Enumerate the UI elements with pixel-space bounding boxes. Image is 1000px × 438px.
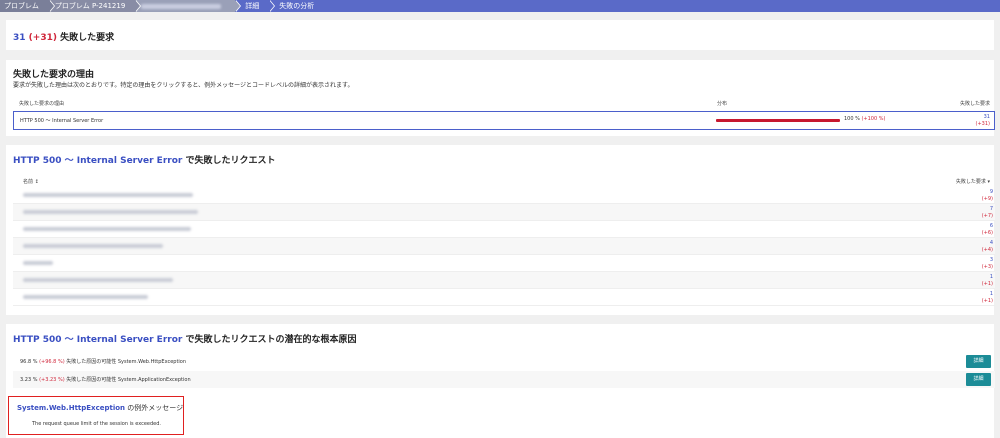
breadcrumb-item-problem-id[interactable]: プロブレム P-241219 [48, 0, 142, 12]
cause-label: 失敗した原因の可能性 System.Web.HttpException [66, 359, 187, 365]
exception-message: The request queue limit of the session i… [32, 421, 161, 427]
cause-percent-delta: (+3.23 %) [39, 377, 65, 383]
exception-message-box: System.Web.HttpException の例外メッセージ The re… [8, 396, 184, 435]
section-title: HTTP 500 ～ Internal Server Error で失敗したリク… [13, 332, 356, 345]
redacted-request-name [23, 295, 148, 299]
table-row[interactable]: 1 (+1) [13, 289, 995, 306]
title-error-link[interactable]: HTTP 500 ～ Internal Server Error [13, 335, 182, 345]
breadcrumb-item-redacted[interactable] [135, 0, 242, 12]
breadcrumb-item-problems[interactable]: プロブレム [0, 0, 55, 12]
failed-value: 4 (+4) [982, 240, 993, 254]
summary-panel: 31 (+31) 失敗した要求 [6, 20, 994, 50]
distribution-percent: 100 % (+100 %) [844, 116, 885, 122]
value: 4 [989, 240, 993, 246]
value: 3 [989, 257, 993, 263]
section-title: HTTP 500 ～ Internal Server Error で失敗したリク… [13, 153, 275, 166]
percent-value: 100 % [844, 116, 860, 122]
root-cause-text: 96.8 % (+96.8 %) 失敗した原因の可能性 System.Web.H… [20, 358, 186, 365]
column-header-name[interactable]: 名前 ↕ [23, 178, 39, 185]
title-text: で失敗したリクエスト [182, 156, 276, 166]
column-header-failed[interactable]: 失敗した要求 ▾ [956, 178, 990, 185]
redacted-request-name [23, 193, 193, 197]
details-button[interactable]: 詳細 [966, 355, 991, 368]
value: 9 [989, 189, 993, 195]
failed-value: 1 (+1) [982, 274, 993, 288]
breadcrumb-item-failure-analysis: 失敗の分析 [269, 0, 325, 12]
value-delta: (+31) [975, 121, 990, 127]
redacted-request-name [23, 278, 173, 282]
cause-percent-delta: (+96.8 %) [39, 359, 65, 365]
section-title: 失敗した要求の理由 [13, 70, 95, 80]
failed-value: 31 (+31) [976, 114, 990, 128]
column-header-failed[interactable]: 失敗した要求 [960, 100, 990, 107]
value: 1 [989, 291, 993, 297]
breadcrumb: プロブレム プロブレム P-241219 詳細 失敗の分析 [0, 0, 1000, 12]
exception-name[interactable]: System.Web.HttpException [17, 404, 125, 412]
table-row[interactable]: 1 (+1) [13, 272, 995, 289]
distribution-bar [716, 119, 840, 122]
breadcrumb-label: 詳細 [245, 2, 260, 10]
title-error-link[interactable]: HTTP 500 ～ Internal Server Error [13, 156, 182, 166]
failed-count-label: 失敗した要求 [60, 33, 115, 43]
value: 31 [983, 114, 990, 120]
table-row[interactable]: 3 (+3) [13, 255, 995, 272]
cause-percent: 96.8 % [20, 359, 38, 365]
value: 6 [989, 223, 993, 229]
cause-label: 失敗した原因の可能性 System.ApplicationException [66, 377, 191, 383]
table-row[interactable]: 7 (+7) [13, 204, 995, 221]
title-text: で失敗したリクエストの潜在的な根本原因 [182, 335, 357, 345]
request-table: 9 (+9) 7 (+7) 6 (+6) 4 (+4) 3 (+3) 1 (+1) 1 (+1… [13, 187, 995, 306]
failed-value: 3 (+3) [982, 257, 993, 271]
percent-delta: (+100 %) [861, 116, 886, 122]
redacted-request-name [23, 244, 163, 248]
failed-request-summary: 31 (+31) 失敗した要求 [13, 30, 114, 43]
value-delta: (+9) [981, 196, 993, 202]
column-header-distribution[interactable]: 分布 [717, 100, 727, 107]
section-description: 要求が失敗した理由は次のとおりです。特定の理由をクリックすると、例外メッセージと… [13, 82, 354, 89]
column-header-reason[interactable]: 失敗した要求の理由 [19, 100, 64, 107]
failed-value: 9 (+9) [982, 189, 993, 203]
failed-count: 31 [13, 33, 26, 43]
root-cause-row: 96.8 % (+96.8 %) 失敗した原因の可能性 System.Web.H… [13, 353, 995, 370]
failed-value: 7 (+7) [982, 206, 993, 220]
value-delta: (+4) [981, 247, 993, 253]
details-button[interactable]: 詳細 [966, 373, 991, 386]
value-delta: (+1) [981, 298, 993, 304]
cause-percent: 3.23 % [20, 377, 38, 383]
value-delta: (+3) [981, 264, 993, 270]
value-delta: (+7) [981, 213, 993, 219]
value: 1 [989, 274, 993, 280]
failed-requests-panel: HTTP 500 ～ Internal Server Error で失敗したリク… [6, 145, 995, 315]
table-row[interactable]: 6 (+6) [13, 221, 995, 238]
redacted-request-name [23, 227, 191, 231]
breadcrumb-label: プロブレム [4, 2, 39, 10]
redacted-request-name [23, 210, 198, 214]
value: 7 [989, 206, 993, 212]
exception-title-suffix: の例外メッセージ [125, 404, 184, 412]
table-row[interactable]: 9 (+9) [13, 187, 995, 204]
exception-title: System.Web.HttpException の例外メッセージ [17, 403, 183, 413]
root-cause-text: 3.23 % (+3.23 %) 失敗した原因の可能性 System.Appli… [20, 376, 191, 383]
reason-label: HTTP 500 ～ Internal Server Error [20, 118, 104, 124]
breadcrumb-label: 失敗の分析 [279, 2, 315, 10]
failed-count-delta: (+31) [28, 33, 57, 43]
redacted-request-name [23, 261, 53, 265]
redacted-text [141, 3, 222, 9]
failed-value: 1 (+1) [982, 291, 993, 305]
failed-value: 6 (+6) [982, 223, 993, 237]
root-cause-row: 3.23 % (+3.23 %) 失敗した原因の可能性 System.Appli… [13, 371, 995, 388]
value-delta: (+6) [981, 230, 993, 236]
value-delta: (+1) [981, 281, 993, 287]
failure-reasons-panel: 失敗した要求の理由 要求が失敗した理由は次のとおりです。特定の理由をクリックする… [6, 60, 995, 136]
table-row[interactable]: 4 (+4) [13, 238, 995, 255]
breadcrumb-label: プロブレム P-241219 [54, 2, 126, 10]
reason-row-http500[interactable]: HTTP 500 ～ Internal Server Error 100 % (… [13, 111, 995, 130]
